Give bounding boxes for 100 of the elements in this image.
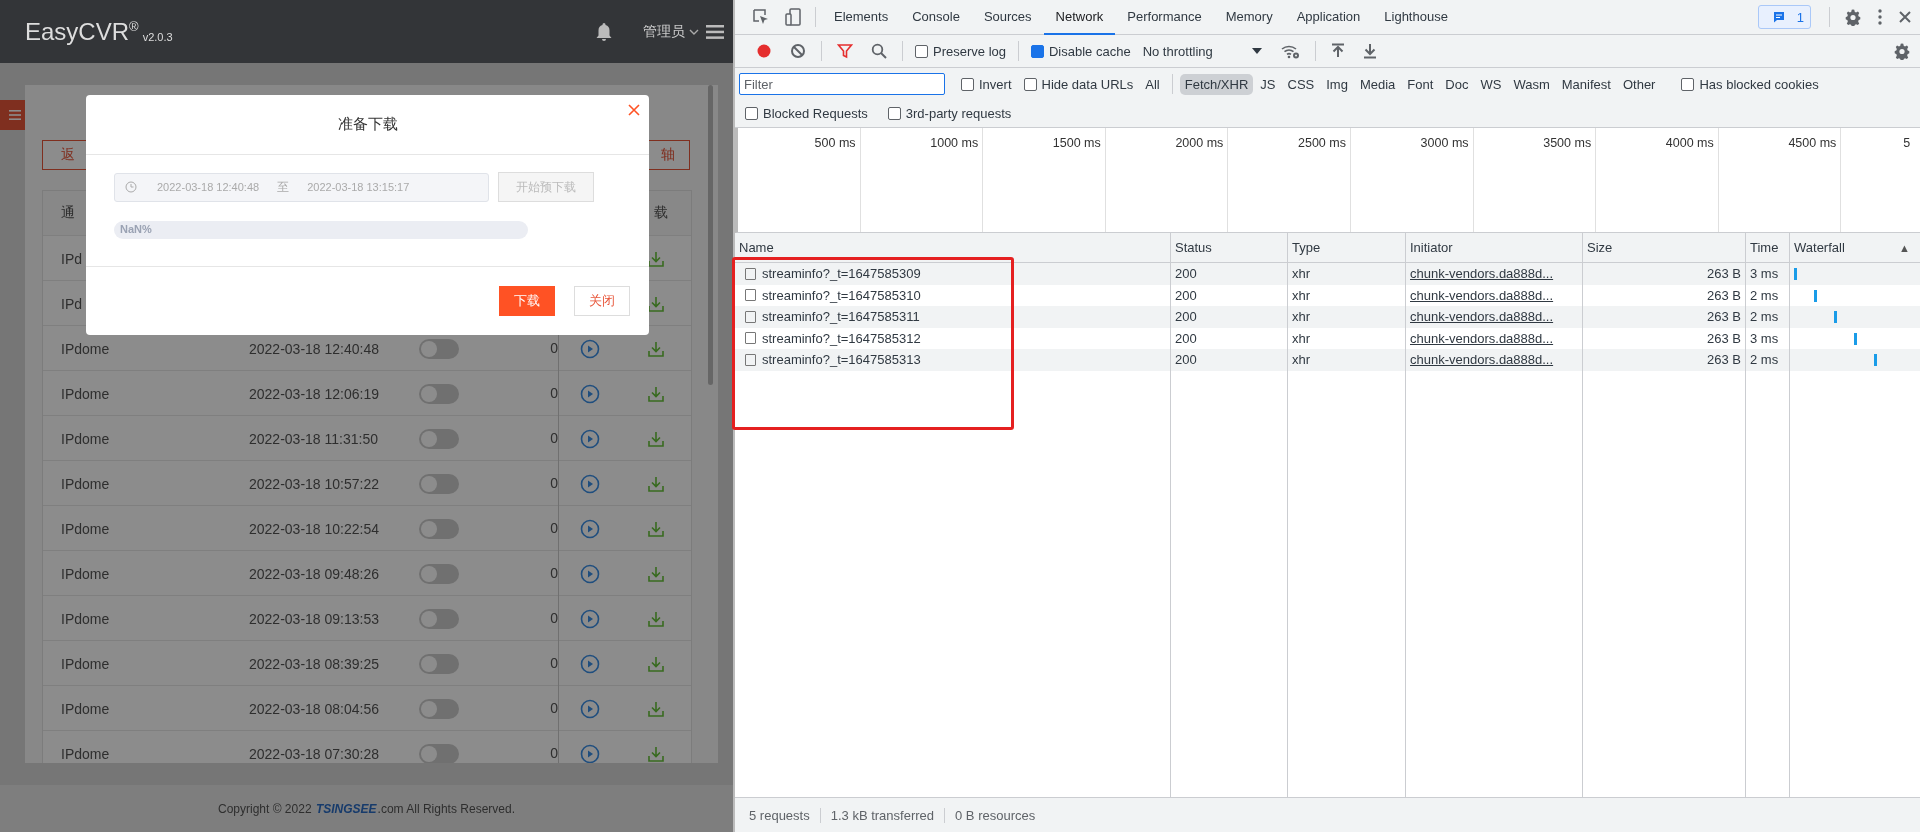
request-name[interactable]: streaminfo?_t=1647585310 xyxy=(762,287,921,303)
toggle-switch[interactable] xyxy=(419,338,459,359)
toggle-switch[interactable] xyxy=(419,428,459,449)
column-header[interactable]: Size xyxy=(1587,240,1613,255)
column-header[interactable]: Name xyxy=(739,240,774,255)
network-conditions-icon[interactable] xyxy=(1279,43,1300,59)
filter-type[interactable]: Manifest xyxy=(1556,73,1616,95)
toggle-switch[interactable] xyxy=(419,518,459,539)
play-icon[interactable] xyxy=(580,518,600,539)
play-icon[interactable] xyxy=(580,563,600,584)
toggle-switch[interactable] xyxy=(419,698,459,719)
toggle-switch[interactable] xyxy=(419,743,459,763)
record-icon[interactable] xyxy=(756,43,772,59)
issues-badge[interactable]: 1 xyxy=(1757,5,1811,29)
play-icon[interactable] xyxy=(580,698,600,719)
checkbox-label[interactable]: Preserve log xyxy=(933,43,1006,59)
filter-type[interactable]: CSS xyxy=(1282,73,1320,95)
play-icon[interactable] xyxy=(580,428,600,449)
devtools-tab[interactable]: Application xyxy=(1284,0,1373,35)
initiator-link[interactable]: chunk-vendors.da888d... xyxy=(1410,287,1554,303)
checkbox[interactable] xyxy=(1031,44,1044,58)
download-icon[interactable] xyxy=(1362,43,1377,59)
filter-type[interactable]: Media xyxy=(1354,73,1401,95)
filter-type[interactable]: Font xyxy=(1402,73,1439,95)
checkbox-label[interactable]: 3rd-party requests xyxy=(905,106,1012,121)
play-icon[interactable] xyxy=(580,743,600,763)
toggle-switch[interactable] xyxy=(419,383,459,404)
checkbox[interactable] xyxy=(887,107,901,120)
inspect-icon[interactable] xyxy=(753,9,769,25)
column-header[interactable]: Type xyxy=(1292,240,1321,255)
filter-type[interactable]: Other xyxy=(1617,73,1661,95)
toggle-switch[interactable] xyxy=(419,608,459,629)
column-header[interactable]: Waterfall xyxy=(1794,240,1845,255)
close-button[interactable]: 关闭 xyxy=(574,286,630,316)
filter-type[interactable]: All xyxy=(1140,73,1165,95)
checkbox-label[interactable]: Invert xyxy=(979,76,1012,92)
request-name[interactable]: streaminfo?_t=1647585312 xyxy=(762,330,921,346)
filter-field[interactable]: Filter xyxy=(739,73,945,95)
chevron-down-icon[interactable] xyxy=(689,27,699,36)
search-icon[interactable] xyxy=(871,43,887,59)
devtools-tab[interactable]: Sources xyxy=(971,0,1044,35)
devtools-tab[interactable]: Lighthouse xyxy=(1372,0,1460,35)
checkbox[interactable] xyxy=(745,107,758,120)
settings-icon[interactable] xyxy=(1844,8,1862,26)
play-icon[interactable] xyxy=(580,338,600,359)
table-cell: IPdome xyxy=(61,340,110,357)
status-text: 1.3 kB transferred xyxy=(820,807,946,823)
table-cell: 263 B xyxy=(1707,287,1741,303)
filter-icon[interactable] xyxy=(837,43,853,59)
checkbox-label[interactable]: Has blocked cookies xyxy=(1699,76,1819,92)
toggle-switch[interactable] xyxy=(419,653,459,674)
play-icon[interactable] xyxy=(580,608,600,629)
bell-icon[interactable] xyxy=(595,21,613,42)
filter-type[interactable]: Wasm xyxy=(1508,73,1555,95)
play-icon[interactable] xyxy=(580,383,600,404)
toggle-switch[interactable] xyxy=(419,563,459,584)
filter-type[interactable]: WS xyxy=(1475,73,1507,95)
settings-icon[interactable] xyxy=(1893,42,1911,60)
initiator-link[interactable]: chunk-vendors.da888d... xyxy=(1410,330,1554,346)
user-menu[interactable]: 管理员 xyxy=(643,22,685,41)
filter-type[interactable]: Doc xyxy=(1440,73,1474,95)
close-icon[interactable] xyxy=(1898,10,1912,24)
checkbox[interactable] xyxy=(1023,77,1037,91)
devtools-tab[interactable]: Elements xyxy=(822,0,901,35)
checkbox-label[interactable]: Hide data URLs xyxy=(1041,76,1134,92)
timeline-tick: 5 xyxy=(1903,136,1911,150)
checkbox-label[interactable]: Disable cache xyxy=(1049,43,1131,59)
checkbox[interactable] xyxy=(915,44,928,58)
close-icon[interactable] xyxy=(627,103,641,117)
devtools-tab[interactable]: Performance xyxy=(1115,0,1214,35)
play-icon[interactable] xyxy=(580,473,600,494)
column-header[interactable]: Initiator xyxy=(1410,240,1453,255)
checkbox[interactable] xyxy=(1681,77,1695,91)
filter-type[interactable]: Fetch/XHR xyxy=(1179,73,1254,95)
filter-type[interactable]: Img xyxy=(1321,73,1353,95)
download-icon[interactable] xyxy=(647,294,665,313)
waterfall-bar xyxy=(1834,311,1837,323)
filter-type[interactable]: JS xyxy=(1255,73,1281,95)
more-options-icon[interactable] xyxy=(1878,9,1882,25)
table-cell: xhr xyxy=(1292,266,1311,282)
download-icon[interactable] xyxy=(647,249,665,268)
play-icon[interactable] xyxy=(580,653,600,674)
checkbox-label[interactable]: Blocked Requests xyxy=(763,106,868,121)
table-cell: IPd xyxy=(61,295,82,312)
table-cell: IPdome xyxy=(61,565,110,582)
column-header[interactable]: Status xyxy=(1175,240,1212,255)
upload-icon[interactable] xyxy=(1330,43,1345,59)
throttling-select[interactable]: No throttling xyxy=(1142,43,1213,59)
device-icon[interactable] xyxy=(785,8,801,26)
devtools-tab[interactable]: Memory xyxy=(1213,0,1285,35)
devtools-tab[interactable]: Console xyxy=(900,0,972,35)
scrollbar[interactable] xyxy=(708,85,713,385)
table-cell: IPdome xyxy=(61,475,110,492)
timeline-tick: 3500 ms xyxy=(1543,136,1592,150)
menu-icon[interactable] xyxy=(705,23,725,40)
toggle-switch[interactable] xyxy=(419,473,459,494)
clear-icon[interactable] xyxy=(790,43,806,59)
checkbox[interactable] xyxy=(961,77,974,91)
sort-indicator[interactable]: ▲ xyxy=(1899,241,1910,254)
caret-icon[interactable] xyxy=(1251,47,1262,55)
